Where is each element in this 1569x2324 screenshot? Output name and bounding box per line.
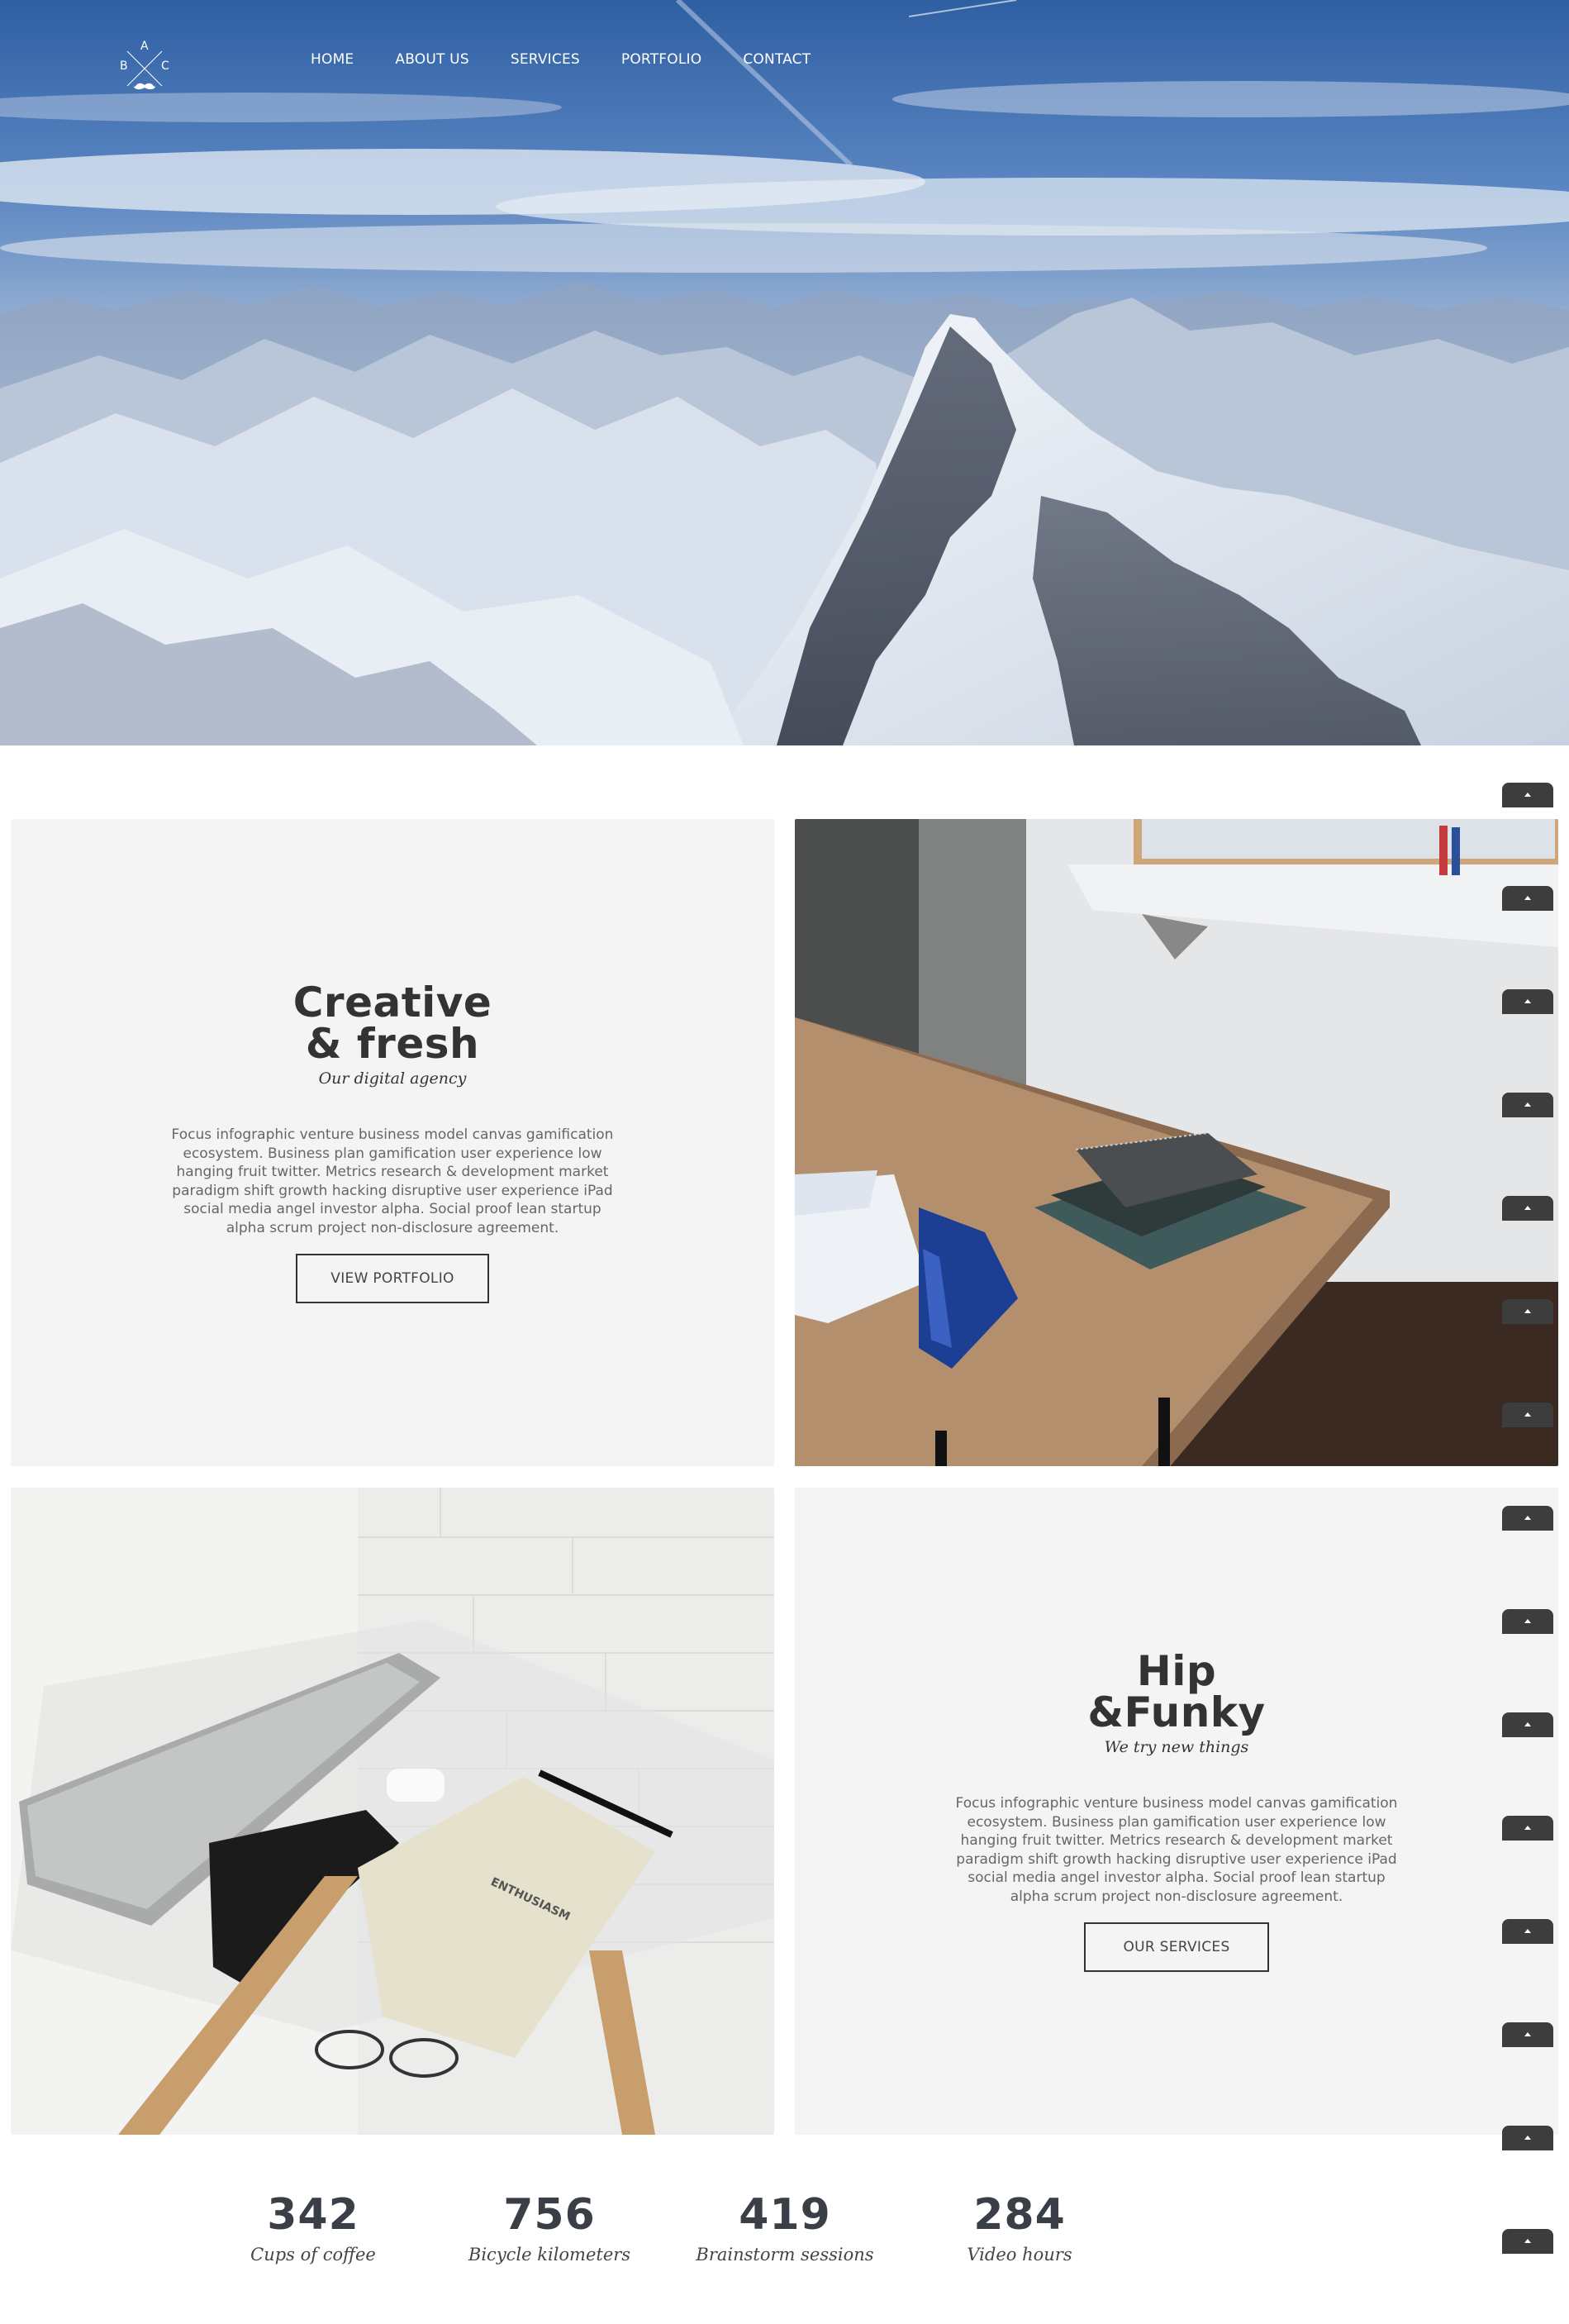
logo-letter-a: A — [140, 40, 150, 53]
scroll-top-tab[interactable] — [1502, 2022, 1553, 2047]
scroll-top-tab[interactable] — [1502, 1609, 1553, 1634]
scroll-top-tab[interactable] — [1502, 886, 1553, 911]
scroll-top-tab[interactable] — [1502, 989, 1553, 1014]
scroll-top-tab[interactable] — [1502, 2229, 1553, 2254]
scroll-top-tab[interactable] — [1502, 1196, 1553, 1221]
scroll-top-tab[interactable] — [1502, 1093, 1553, 1117]
stat-label: Cups of coffee — [250, 2245, 376, 2264]
desk-photo-image — [795, 819, 1558, 1466]
scroll-top-tab[interactable] — [1502, 2126, 1553, 2150]
stat-value: 419 — [739, 2190, 831, 2240]
funky-subtitle: We try new things — [1104, 1738, 1249, 1756]
creative-title-line1: Creative — [292, 979, 492, 1026]
stat-label: Video hours — [967, 2245, 1072, 2264]
stat-value: 284 — [973, 2190, 1066, 2240]
scroll-top-tab[interactable] — [1502, 783, 1553, 807]
glass-desk-photo-image: ENTHUSIASM — [11, 1488, 774, 2135]
nav-home[interactable]: HOME — [311, 51, 354, 68]
hero-banner: A B C HOME ABOUT US SERVICES PORTFOLIO C… — [0, 0, 1569, 745]
creative-subtitle: Our digital agency — [318, 1069, 467, 1088]
hero-mountain-image — [0, 0, 1569, 745]
creative-fresh-panel: Creative & fresh Our digital agency Focu… — [11, 819, 774, 1466]
nav-about-us[interactable]: ABOUT US — [395, 51, 468, 68]
stat-video: 284 Video hours — [920, 2190, 1119, 2264]
hip-funky-panel: Hip &Funky We try new things Focus infog… — [795, 1488, 1558, 2135]
mustache-icon — [133, 83, 156, 90]
desk-notebooks-photo — [795, 819, 1558, 1466]
nav-services[interactable]: SERVICES — [511, 51, 580, 68]
stat-value: 756 — [503, 2190, 596, 2240]
funky-body-text: Focus infographic venture business model… — [955, 1795, 1398, 1905]
scroll-top-tab[interactable] — [1502, 1506, 1553, 1531]
scroll-top-tab[interactable] — [1502, 1919, 1553, 1944]
creative-title-line2: & fresh — [305, 1020, 480, 1068]
nav-portfolio[interactable]: PORTFOLIO — [621, 51, 701, 68]
stat-bicycle: 756 Bicycle kilometers — [450, 2190, 649, 2264]
our-services-button[interactable]: OUR SERVICES — [1084, 1922, 1269, 1972]
brand-logo[interactable]: A B C — [116, 40, 174, 98]
view-portfolio-button[interactable]: VIEW PORTFOLIO — [296, 1254, 489, 1303]
logo-letter-b: B — [120, 60, 129, 73]
main-navigation: HOME ABOUT US SERVICES PORTFOLIO CONTACT — [311, 51, 852, 68]
stat-coffee: 342 Cups of coffee — [214, 2190, 412, 2264]
stat-brainstorm: 419 Brainstorm sessions — [686, 2190, 884, 2264]
stat-label: Bicycle kilometers — [468, 2245, 631, 2264]
stat-value: 342 — [267, 2190, 359, 2240]
creative-body-text: Focus infographic venture business model… — [171, 1126, 614, 1236]
glass-desk-photo: ENTHUSIASM — [11, 1488, 774, 2135]
stat-label: Brainstorm sessions — [696, 2245, 874, 2264]
funky-title-line2: &Funky — [1087, 1688, 1266, 1736]
scroll-top-tab[interactable] — [1502, 1402, 1553, 1427]
funky-title-line1: Hip — [1136, 1647, 1217, 1695]
scroll-top-tab[interactable] — [1502, 1712, 1553, 1737]
scroll-top-tab[interactable] — [1502, 1816, 1553, 1841]
nav-contact[interactable]: CONTACT — [743, 51, 811, 68]
logo-letter-c: C — [161, 60, 170, 73]
scroll-top-tab[interactable] — [1502, 1299, 1553, 1324]
